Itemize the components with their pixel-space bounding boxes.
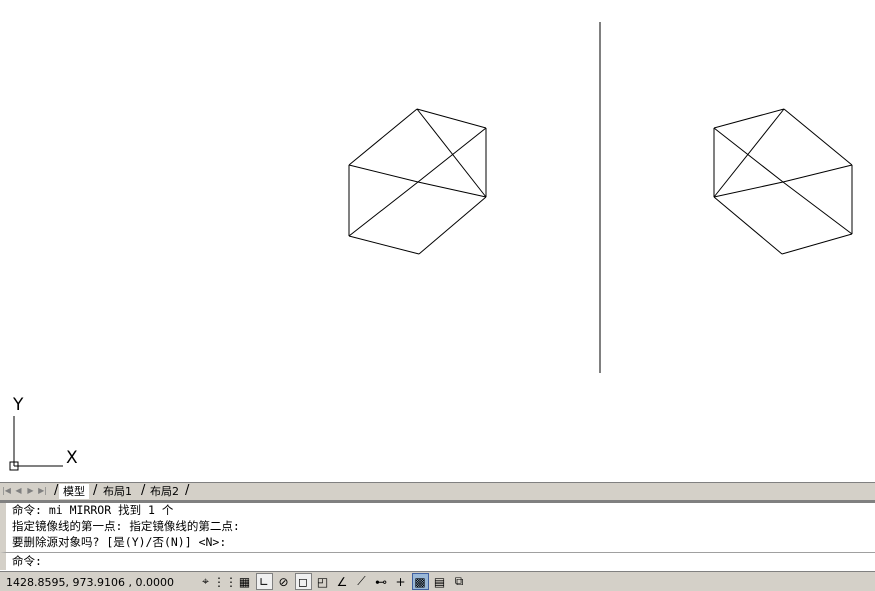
snap-mode-icon[interactable]: ⋮⋮ xyxy=(213,573,237,590)
infer-constraints-icon[interactable]: ⌖ xyxy=(197,573,214,590)
coordinate-readout[interactable]: 1428.8595, 973.9106 , 0.0000 xyxy=(6,576,174,589)
tab-layout1[interactable]: 布局1 xyxy=(99,484,136,499)
command-prompt: 命令: xyxy=(12,554,42,568)
status-bar: 1428.8595, 973.9106 , 0.0000 ⌖ ⋮⋮ ▦ ∟ ⊘ ◻ ◰ ∠ ⟋ ⊷… xyxy=(0,571,875,591)
model-space[interactable] xyxy=(0,0,875,482)
selection-cycling-icon[interactable]: ⧉ xyxy=(451,573,468,590)
ucs-x-label: X xyxy=(66,448,78,468)
object-snap-icon[interactable]: ◻ xyxy=(294,573,312,590)
box-mirrored[interactable] xyxy=(713,108,853,255)
tab-divider: / xyxy=(185,483,190,498)
polar-tracking-icon[interactable]: ⊘ xyxy=(275,573,292,590)
tab-divider: / xyxy=(93,483,98,498)
command-history-line: 要删除源对象吗? [是(Y)/否(N)] <N>: xyxy=(12,535,227,549)
tab-layout2[interactable]: 布局2 xyxy=(146,484,183,499)
drawing-canvas[interactable]: Y X xyxy=(0,0,875,482)
grid-display-icon[interactable]: ▦ xyxy=(236,573,253,590)
command-history[interactable]: 命令: mi MIRROR 找到 1 个 指定镜像线的第一点: 指定镜像线的第二… xyxy=(0,503,875,552)
tab-nav-next-icon[interactable]: ▶ xyxy=(25,485,36,497)
transparency-icon[interactable]: ▩ xyxy=(411,573,429,590)
tab-divider: / xyxy=(141,483,146,498)
layout-tab-bar: |◀ ◀ ▶ ▶| / 模型 / 布局1 / 布局2 / xyxy=(0,482,875,501)
object-snap-tracking-icon[interactable]: ∠ xyxy=(334,573,351,590)
3d-object-snap-icon[interactable]: ◰ xyxy=(314,573,331,590)
tab-nav-last-icon[interactable]: ▶| xyxy=(37,485,48,497)
command-history-line: 指定镜像线的第一点: 指定镜像线的第二点: xyxy=(12,519,240,533)
box-original[interactable] xyxy=(348,108,487,255)
quick-properties-icon[interactable]: ▤ xyxy=(431,573,448,590)
lineweight-icon[interactable]: + xyxy=(392,573,409,590)
command-history-line: 命令: mi MIRROR 找到 1 个 xyxy=(12,503,174,517)
tab-model[interactable]: 模型 xyxy=(59,484,89,499)
tab-nav-first-icon[interactable]: |◀ xyxy=(1,485,12,497)
tab-nav-prev-icon[interactable]: ◀ xyxy=(13,485,24,497)
dynamic-input-icon[interactable]: ⊷ xyxy=(373,573,390,590)
ucs-icon xyxy=(9,416,63,471)
command-input[interactable]: 命令: xyxy=(0,552,875,570)
ucs-y-label: Y xyxy=(13,395,24,415)
dynamic-ucs-icon[interactable]: ⟋ xyxy=(353,573,370,590)
tab-divider: / xyxy=(54,483,59,498)
ortho-mode-icon[interactable]: ∟ xyxy=(255,573,273,590)
